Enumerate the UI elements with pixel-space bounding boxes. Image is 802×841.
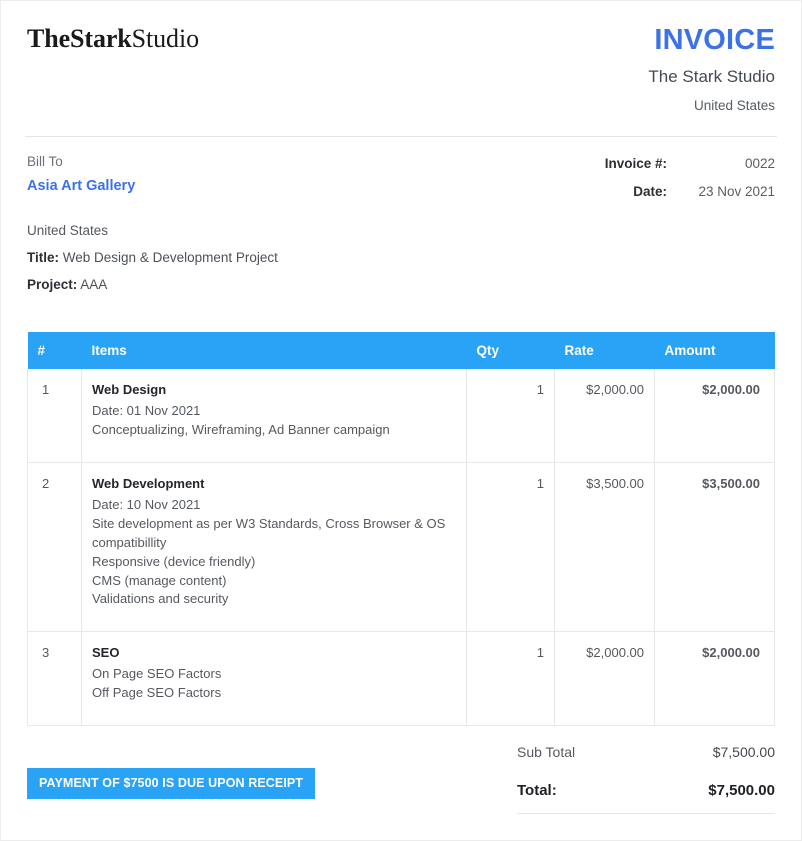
row-qty-cell: 1 xyxy=(466,369,555,464)
logo-text-light: Studio xyxy=(131,24,199,53)
row-item-detail-line: CMS (manage content) xyxy=(92,572,227,588)
totals-divider xyxy=(517,812,775,814)
bill-to-country: United States xyxy=(27,223,109,239)
subtotal-label: Sub Total xyxy=(517,743,576,760)
row-rate-cell: $2,000.00 xyxy=(554,369,655,464)
column-header-qty: Qty xyxy=(466,332,555,370)
project-name-label: Project: xyxy=(27,277,78,293)
row-item-cell: Web Development Date: 10 Nov 2021 Site dev… xyxy=(81,462,467,633)
company-logo: TheStarkStudio xyxy=(27,24,199,54)
row-amount-cell: $2,000.00 xyxy=(654,369,775,464)
logo-text-bold: TheStark xyxy=(27,24,132,53)
project-title-value: Web Design & Development Project xyxy=(62,250,278,266)
invoice-date-label: Date: xyxy=(633,184,667,200)
row-item-detail-line: On Page SEO Factors xyxy=(92,666,222,682)
row-item-detail-line: Conceptualizing, Wireframing, Ad Banner … xyxy=(92,422,390,438)
issuer-company-name: The Stark Studio xyxy=(648,67,775,87)
row-index-cell: 3 xyxy=(27,631,82,726)
invoice-meta-section: Bill To Asia Art Gallery United States T… xyxy=(1,137,801,292)
row-qty-cell: 1 xyxy=(466,631,555,726)
project-name-value: AAA xyxy=(80,277,108,293)
invoice-header: TheStarkStudio INVOICE The Stark Studio … xyxy=(1,1,801,113)
row-index-cell: 1 xyxy=(27,369,82,464)
items-table-body: 1 Web Design Date: 01 Nov 2021 Conceptualiz… xyxy=(27,369,775,726)
invoice-page: TheStarkStudio INVOICE The Stark Studio … xyxy=(0,0,802,841)
table-row: 3 SEO On Page SEO Factors Off Page SEO Fact… xyxy=(27,631,775,726)
issuer-company-country: United States xyxy=(693,98,775,114)
row-index-cell: 2 xyxy=(27,462,82,633)
row-item-cell: SEO On Page SEO Factors Off Page SEO Facto… xyxy=(81,631,467,726)
column-header-items: Items xyxy=(81,332,467,370)
items-table-head: # Items Qty Rate Amount xyxy=(27,332,775,370)
row-item-detail-line: Date: 10 Nov 2021 xyxy=(92,497,201,513)
project-title-label: Title: xyxy=(27,250,60,266)
invoice-number-row: Invoice #: 0022 xyxy=(605,156,775,171)
table-row: 2 Web Development Date: 10 Nov 2021 Site de… xyxy=(27,462,775,633)
column-header-amount: Amount xyxy=(654,332,775,370)
row-amount-cell: $2,000.00 xyxy=(654,631,775,726)
row-item-detail-line: Date: 01 Nov 2021 xyxy=(92,403,201,419)
total-row: Total: $7,500.00 xyxy=(517,760,775,813)
row-item-title: Web Design xyxy=(92,382,167,398)
invoice-bottom-section: PAYMENT OF $7500 IS DUE UPON RECEIPT Sub… xyxy=(1,740,801,814)
invoice-number-value: 0022 xyxy=(744,156,775,172)
row-item-cell: Web Design Date: 01 Nov 2021 Conceptualizi… xyxy=(81,369,467,464)
bill-to-customer-name[interactable]: Asia Art Gallery xyxy=(27,178,278,194)
project-title-row: Title: Web Design & Development Project xyxy=(27,250,278,265)
totals-block: Sub Total $7,500.00 Total: $7,500.00 xyxy=(517,740,775,814)
subtotal-row: Sub Total $7,500.00 xyxy=(517,740,775,760)
invoice-number-label: Invoice #: xyxy=(604,156,667,172)
table-header-row: # Items Qty Rate Amount xyxy=(27,332,775,370)
items-table-container: # Items Qty Rate Amount 1 Web Design Date:… xyxy=(1,332,801,726)
row-rate-cell: $3,500.00 xyxy=(554,462,655,633)
row-item-detail-line: Validations and security xyxy=(92,591,229,607)
payment-due-badge: PAYMENT OF $7500 IS DUE UPON RECEIPT xyxy=(27,767,316,799)
items-table: # Items Qty Rate Amount 1 Web Design Date:… xyxy=(27,332,775,726)
total-label: Total: xyxy=(517,781,557,799)
column-header-rate: Rate xyxy=(554,332,655,370)
subtotal-value: $7,500.00 xyxy=(712,743,775,760)
bill-to-label: Bill To xyxy=(27,154,63,170)
row-amount-cell: $3,500.00 xyxy=(654,462,775,633)
row-item-detail-line: Site development as per W3 Standards, Cr… xyxy=(92,515,446,550)
page-title: INVOICE xyxy=(654,24,775,56)
header-right-block: INVOICE The Stark Studio United States xyxy=(648,24,775,114)
invoice-date-value: 23 Nov 2021 xyxy=(698,184,775,200)
row-qty-cell: 1 xyxy=(466,462,555,633)
table-row: 1 Web Design Date: 01 Nov 2021 Conceptualiz… xyxy=(27,369,775,464)
bill-to-block: Bill To Asia Art Gallery United States T… xyxy=(27,154,278,292)
row-item-detail-line: Responsive (device friendly) xyxy=(92,553,256,569)
total-value: $7,500.00 xyxy=(708,781,775,799)
row-item-title: SEO xyxy=(92,645,120,661)
project-name-row: Project: AAA xyxy=(27,277,278,292)
invoice-date-row: Date: 23 Nov 2021 xyxy=(605,184,775,199)
row-rate-cell: $2,000.00 xyxy=(554,631,655,726)
row-item-detail-line: Off Page SEO Factors xyxy=(92,685,222,701)
column-header-no: # xyxy=(27,332,82,370)
row-item-title: Web Development xyxy=(92,476,205,492)
invoice-meta-right: Invoice #: 0022 Date: 23 Nov 2021 xyxy=(605,154,775,292)
